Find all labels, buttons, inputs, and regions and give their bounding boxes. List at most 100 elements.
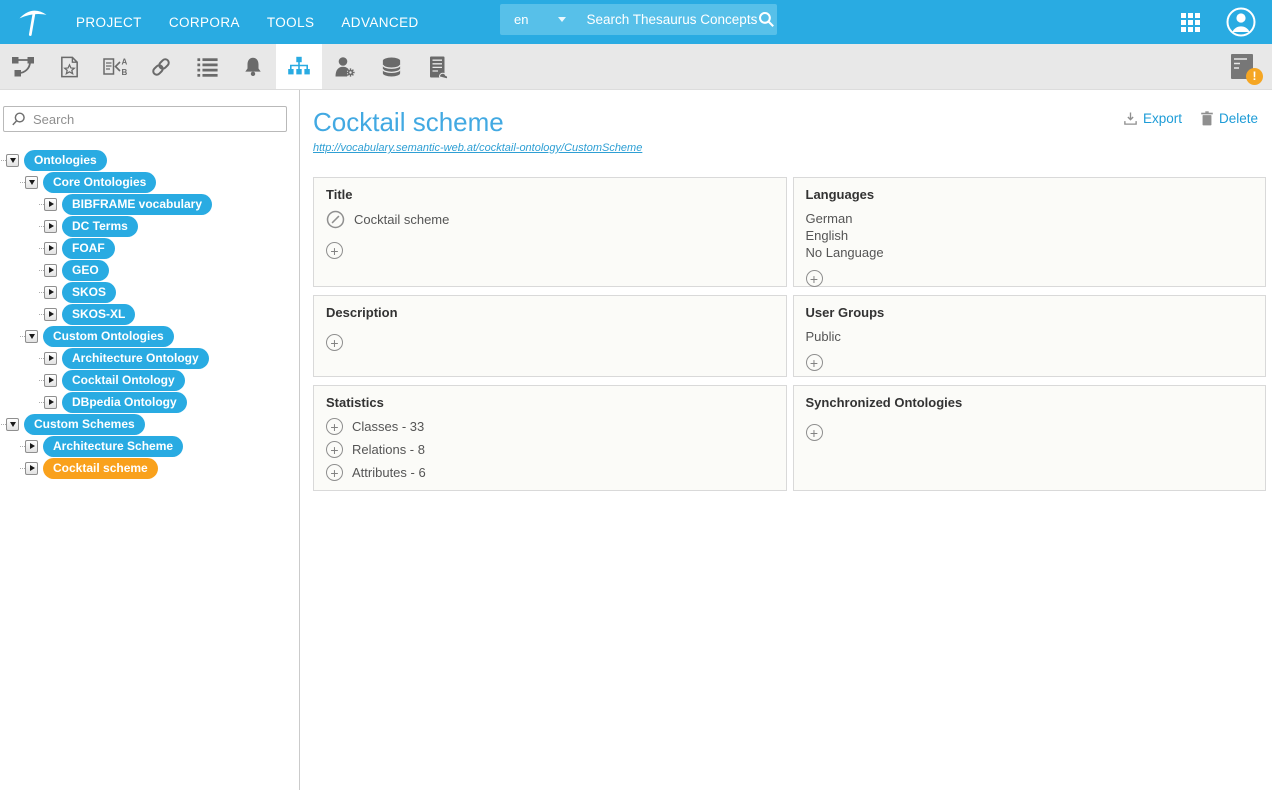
app-logo-umbrella-icon[interactable] xyxy=(14,3,52,41)
languages-list: GermanEnglishNo Language xyxy=(806,210,1254,261)
tree-node-label[interactable]: Cocktail scheme xyxy=(43,458,158,479)
sidebar-search-box xyxy=(3,106,287,132)
tree-node-core-ontologies: Core Ontologies xyxy=(20,171,299,193)
graph-path-icon[interactable] xyxy=(0,44,46,89)
warning-badge: ! xyxy=(1246,68,1263,85)
menu-item-corpora[interactable]: CORPORA xyxy=(169,15,240,30)
tree-node-label[interactable]: FOAF xyxy=(62,238,115,259)
scheme-tree-icon[interactable] xyxy=(276,44,322,89)
triangle-glyph xyxy=(49,289,54,295)
add-icon[interactable]: + xyxy=(806,354,823,371)
expand-icon[interactable] xyxy=(44,264,57,277)
statistics-row-relations: + Relations - 8 xyxy=(326,441,774,458)
add-icon[interactable]: + xyxy=(326,418,343,435)
add-icon[interactable]: + xyxy=(326,441,343,458)
triangle-glyph xyxy=(49,311,54,317)
list-item: English xyxy=(806,227,1254,244)
add-icon[interactable]: + xyxy=(806,424,823,441)
delete-button[interactable]: Delete xyxy=(1200,111,1258,126)
menu-item-tools[interactable]: TOOLS xyxy=(267,15,315,30)
collapse-icon[interactable] xyxy=(6,154,19,167)
tree-node-label[interactable]: SKOS xyxy=(62,282,116,303)
expand-icon[interactable] xyxy=(44,242,57,255)
bell-icon[interactable] xyxy=(230,44,276,89)
add-icon[interactable]: + xyxy=(326,464,343,481)
expand-icon[interactable] xyxy=(44,220,57,233)
triangle-glyph xyxy=(49,223,54,229)
expand-icon[interactable] xyxy=(44,352,57,365)
triangle-glyph xyxy=(10,158,16,163)
expand-icon[interactable] xyxy=(44,286,57,299)
statistics-label: Relations - 8 xyxy=(352,442,425,457)
panel-description: Description + xyxy=(313,295,787,377)
tree-node-label[interactable]: Architecture Scheme xyxy=(43,436,183,457)
report-warning-icon[interactable]: ! xyxy=(1230,53,1256,81)
link-icon[interactable] xyxy=(138,44,184,89)
server-icon[interactable] xyxy=(414,44,460,89)
tree-node-foaf: FOAF xyxy=(39,237,299,259)
tree-node-skos-xl: SKOS-XL xyxy=(39,303,299,325)
thesaurus-search-box[interactable]: en Search Thesaurus Concepts xyxy=(500,4,777,35)
search-language-select[interactable]: en xyxy=(514,12,528,27)
add-icon[interactable]: + xyxy=(806,270,823,287)
tree-node-label[interactable]: DBpedia Ontology xyxy=(62,392,187,413)
expand-icon[interactable] xyxy=(25,440,38,453)
triangle-glyph xyxy=(49,245,54,251)
tree-node-label[interactable]: Architecture Ontology xyxy=(62,348,209,369)
expand-icon[interactable] xyxy=(44,396,57,409)
tree-node-label[interactable]: Core Ontologies xyxy=(43,172,156,193)
edit-icon[interactable] xyxy=(326,210,345,229)
sidebar-search-input[interactable] xyxy=(33,112,279,127)
panel-synchronized-ontologies: Synchronized Ontologies + xyxy=(793,385,1267,491)
tree-node-architecture-ontology: Architecture Ontology xyxy=(39,347,299,369)
tree-node-cocktail-ontology: Cocktail Ontology xyxy=(39,369,299,391)
statistics-row-attributes: +Attributes - 6 xyxy=(326,464,774,481)
expand-icon[interactable] xyxy=(44,308,57,321)
expand-icon[interactable] xyxy=(44,374,57,387)
search-icon[interactable] xyxy=(757,10,776,29)
database-icon[interactable] xyxy=(368,44,414,89)
apps-grid-icon[interactable] xyxy=(1181,13,1200,32)
user-groups-list: Public xyxy=(806,328,1254,345)
document-extract-icon[interactable]: A B xyxy=(92,44,138,89)
list-item: No Language xyxy=(806,244,1254,261)
search-placeholder-text[interactable]: Search Thesaurus Concepts xyxy=(586,12,757,27)
tree-node-label[interactable]: BIBFRAME vocabulary xyxy=(62,194,212,215)
scheme-uri-link[interactable]: http://vocabulary.semantic-web.at/cockta… xyxy=(313,142,642,154)
search-icon xyxy=(11,111,27,127)
triangle-glyph xyxy=(49,399,54,405)
tree-node-ontologies: Ontologies xyxy=(1,149,299,171)
menu-item-project[interactable]: PROJECT xyxy=(76,15,142,30)
module-toolbar: A B xyxy=(0,44,1272,90)
collapse-icon[interactable] xyxy=(25,176,38,189)
tree-node-label[interactable]: DC Terms xyxy=(62,216,138,237)
trash-icon xyxy=(1200,111,1214,126)
list-item: Public xyxy=(806,328,1254,345)
panel-user-groups: User Groups Public + xyxy=(793,295,1267,377)
collapse-icon[interactable] xyxy=(6,418,19,431)
add-icon[interactable]: + xyxy=(326,334,343,351)
collapse-icon[interactable] xyxy=(25,330,38,343)
triangle-glyph xyxy=(29,334,35,339)
tree-node-label[interactable]: SKOS-XL xyxy=(62,304,135,325)
tree-node-label[interactable]: GEO xyxy=(62,260,109,281)
menu-item-advanced[interactable]: ADVANCED xyxy=(341,15,418,30)
chevron-down-icon[interactable] xyxy=(558,17,566,22)
list-item: German xyxy=(806,210,1254,227)
export-button[interactable]: Export xyxy=(1123,111,1182,126)
statistics-label: Classes - 33 xyxy=(352,419,424,434)
ontology-tree: OntologiesCore OntologiesBIBFRAME vocabu… xyxy=(0,149,299,479)
expand-icon[interactable] xyxy=(44,198,57,211)
document-star-icon[interactable] xyxy=(46,44,92,89)
tree-node-label[interactable]: Custom Schemes xyxy=(24,414,145,435)
list-icon[interactable] xyxy=(184,44,230,89)
user-avatar-icon[interactable] xyxy=(1226,7,1256,37)
user-settings-icon[interactable] xyxy=(322,44,368,89)
expand-icon[interactable] xyxy=(25,462,38,475)
svg-text:A: A xyxy=(122,57,128,66)
panel-languages: Languages GermanEnglishNo Language + xyxy=(793,177,1267,287)
add-icon[interactable]: + xyxy=(326,242,343,259)
tree-node-label[interactable]: Custom Ontologies xyxy=(43,326,174,347)
tree-node-label[interactable]: Ontologies xyxy=(24,150,107,171)
tree-node-label[interactable]: Cocktail Ontology xyxy=(62,370,185,391)
